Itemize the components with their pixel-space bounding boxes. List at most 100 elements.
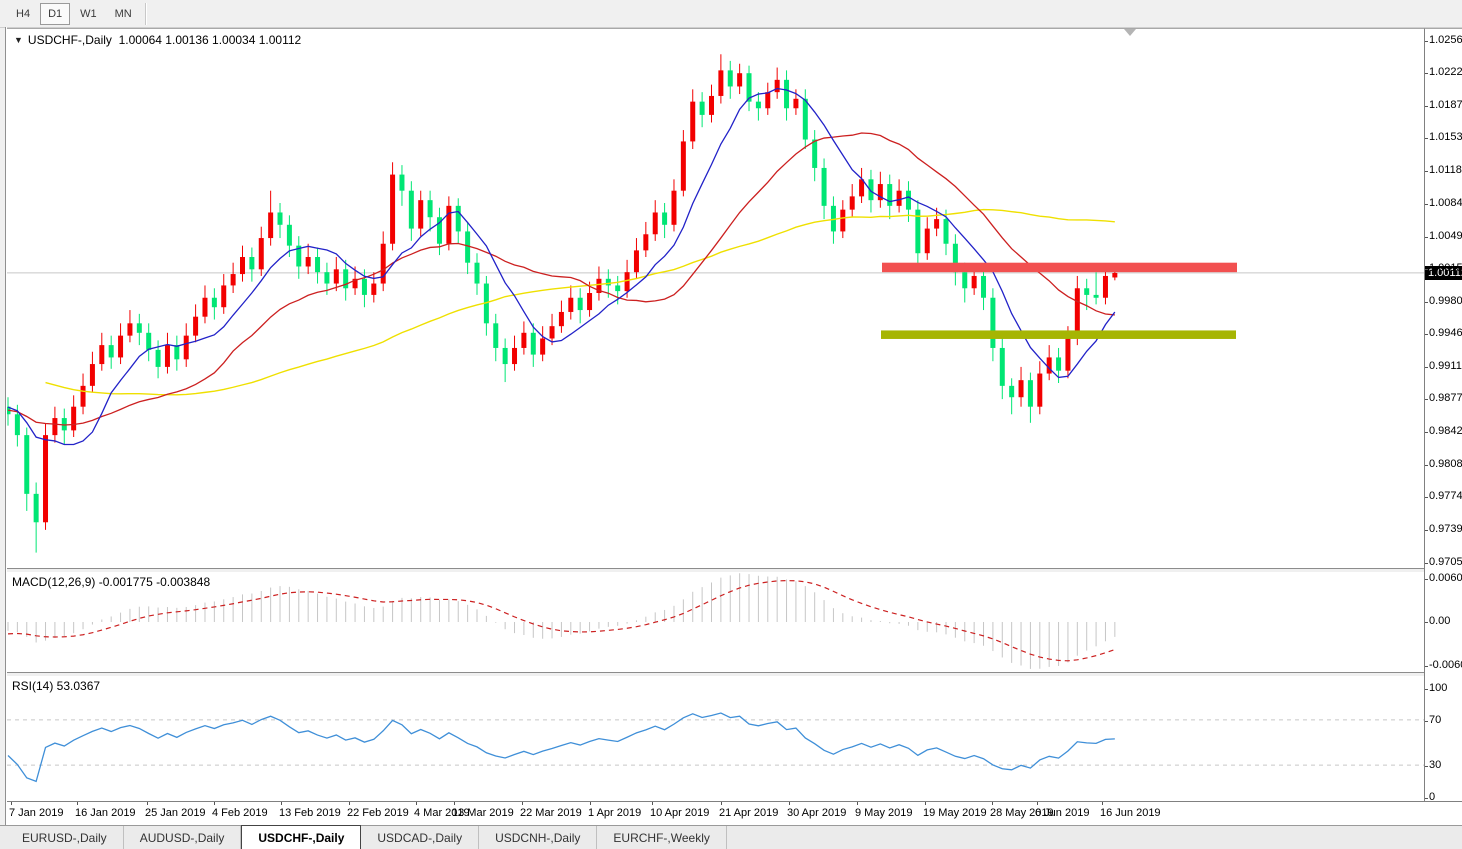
candle-body — [324, 272, 329, 283]
date-axis-label: 22 Mar 2019 — [520, 807, 582, 819]
axis-tick — [1425, 798, 1428, 799]
candle-body — [1084, 288, 1089, 295]
candle-body — [71, 407, 76, 431]
candle-body — [737, 73, 742, 86]
date-axis-label: 4 Feb 2019 — [212, 807, 268, 819]
candle-body — [718, 70, 723, 96]
axis-tick — [1425, 666, 1428, 667]
date-axis-label: 25 Jan 2019 — [145, 807, 206, 819]
candle-body — [399, 175, 404, 191]
candle-body — [690, 102, 695, 142]
candlestick-chart-canvas[interactable] — [7, 29, 1424, 569]
date-axis-tick — [147, 802, 148, 805]
date-axis-label: 22 Feb 2019 — [347, 807, 409, 819]
timeframe-button-w1[interactable]: W1 — [72, 3, 105, 25]
candle-body — [1065, 338, 1070, 370]
chart-dropdown-icon[interactable]: ▼ — [14, 35, 23, 45]
tab-eurchf-weekly[interactable]: EURCHF-,Weekly — [597, 826, 726, 849]
candle-body — [681, 141, 686, 190]
candle-body — [521, 333, 526, 348]
axis-tick — [1425, 204, 1428, 205]
candle-body — [972, 276, 977, 288]
date-axis-label: 30 Apr 2019 — [787, 807, 846, 819]
candle-body — [268, 212, 273, 238]
candle-body — [1094, 295, 1099, 298]
date-axis-tick — [11, 802, 12, 805]
candle-body — [81, 386, 86, 407]
candle-body — [559, 312, 564, 326]
candle-body — [578, 298, 583, 310]
candle-body — [137, 323, 142, 332]
resistance-band — [882, 263, 1237, 272]
date-axis-label: 13 Mar 2019 — [452, 807, 514, 819]
ma-mid-line — [8, 133, 1115, 425]
candle-body — [127, 323, 132, 335]
tab-eurusd-daily[interactable]: EURUSD-,Daily — [6, 826, 124, 849]
candle-body — [887, 184, 892, 206]
candle-body — [803, 99, 808, 140]
date-axis-tick — [1102, 802, 1103, 805]
price-chart-pane[interactable] — [7, 28, 1424, 569]
rsi-axis-label: 30 — [1429, 759, 1441, 771]
macd-signal-line — [8, 581, 1115, 661]
timeframe-button-h4[interactable]: H4 — [8, 3, 38, 25]
tab-usdchf-daily[interactable]: USDCHF-,Daily — [241, 825, 361, 849]
axis-tick — [1425, 138, 1428, 139]
timeframe-button-mn[interactable]: MN — [107, 3, 140, 25]
candle-body — [944, 219, 949, 244]
date-axis-tick — [789, 802, 790, 805]
price-axis[interactable]: 1.00112 1.025601.022201.018701.015301.01… — [1424, 28, 1462, 802]
date-axis-label: 21 Apr 2019 — [719, 807, 778, 819]
date-axis[interactable]: 7 Jan 201916 Jan 201925 Jan 20194 Feb 20… — [7, 801, 1462, 826]
axis-tick — [1425, 106, 1428, 107]
date-axis-tick — [77, 802, 78, 805]
candle-body — [1019, 380, 1024, 397]
candle-body — [709, 96, 714, 115]
macd-chart-canvas[interactable] — [7, 572, 1424, 672]
candle-body — [221, 285, 226, 307]
mt4-window: H4 D1 W1 MN ▼USDCHF-,Daily 1.00064 1.001… — [0, 0, 1462, 849]
axis-tick — [1425, 399, 1428, 400]
candle-body — [784, 80, 789, 108]
axis-tick — [1425, 334, 1428, 335]
macd-indicator-pane[interactable] — [7, 572, 1424, 672]
rsi-indicator-pane[interactable] — [7, 676, 1424, 801]
candle-body — [90, 364, 95, 386]
support-band — [881, 330, 1236, 339]
date-axis-tick — [992, 802, 993, 805]
axis-tick — [1425, 689, 1428, 690]
tab-usdcnh-daily[interactable]: USDCNH-,Daily — [479, 826, 597, 849]
rsi-chart-canvas[interactable] — [7, 676, 1424, 801]
axis-tick — [1425, 269, 1428, 270]
tab-audusd-daily[interactable]: AUDUSD-,Daily — [124, 826, 242, 849]
candle-body — [906, 191, 911, 210]
date-axis-tick — [925, 802, 926, 805]
axis-tick — [1425, 563, 1428, 564]
candle-body — [334, 269, 339, 283]
date-axis-tick — [214, 802, 215, 805]
axis-tick — [1425, 237, 1428, 238]
date-axis-tick — [522, 802, 523, 805]
date-axis-label: 13 Feb 2019 — [279, 807, 341, 819]
candle-body — [587, 293, 592, 310]
price-axis-label: 1.02220 — [1429, 66, 1462, 78]
axis-tick — [1425, 465, 1428, 466]
chart-shift-marker-icon[interactable] — [1124, 29, 1136, 36]
date-axis-tick — [857, 802, 858, 805]
date-axis-label: 19 May 2019 — [923, 807, 987, 819]
timeframe-button-d1[interactable]: D1 — [40, 3, 70, 25]
date-axis-tick — [721, 802, 722, 805]
candle-body — [52, 418, 57, 435]
candle-body — [446, 206, 451, 244]
axis-tick — [1425, 41, 1428, 42]
axis-tick — [1425, 721, 1428, 722]
candle-body — [1009, 386, 1014, 397]
candle-body — [1103, 276, 1108, 298]
price-axis-label: 1.00490 — [1429, 230, 1462, 242]
date-axis-label: 16 Jun 2019 — [1100, 807, 1161, 819]
axis-tick — [1425, 530, 1428, 531]
tab-usdcad-daily[interactable]: USDCAD-,Daily — [361, 826, 479, 849]
candle-body — [775, 80, 780, 92]
candle-body — [118, 336, 123, 358]
axis-tick — [1425, 73, 1428, 74]
